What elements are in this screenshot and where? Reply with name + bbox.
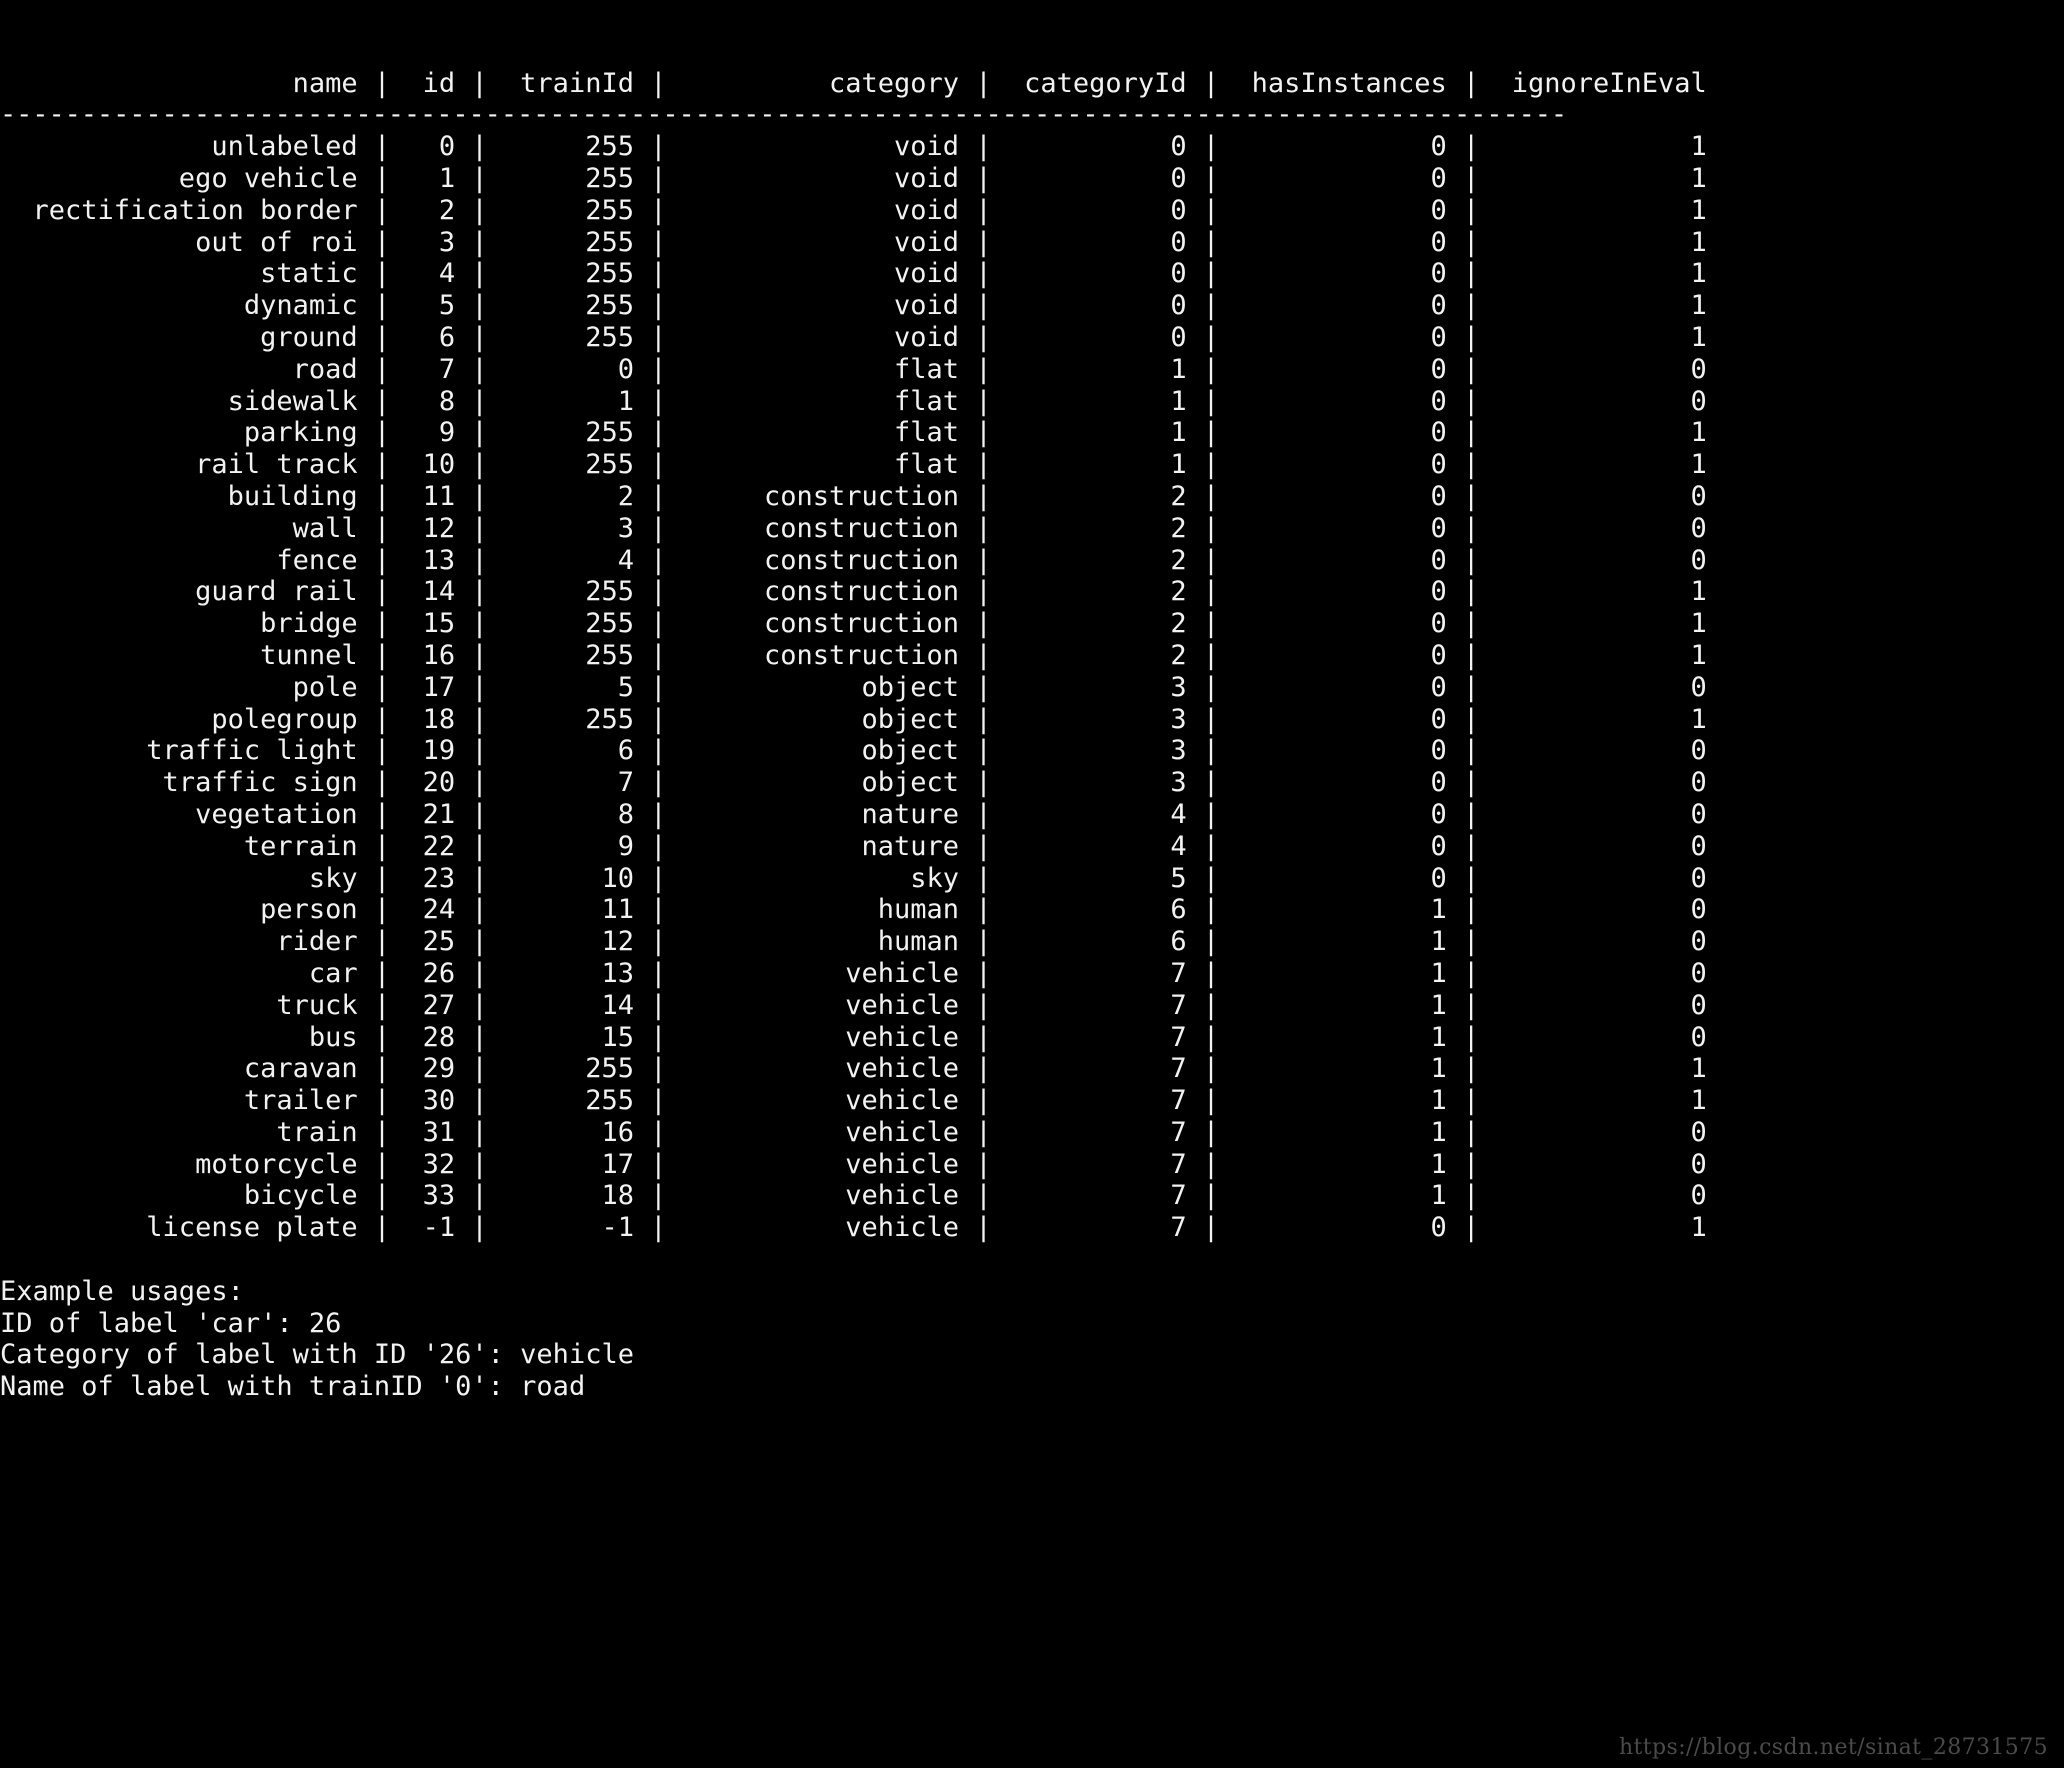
table-row: ego vehicle | 1 | 255 | void | 0 | 0 | 1 [0,162,1707,194]
table-row: rider | 25 | 12 | human | 6 | 1 | 0 [0,926,1707,958]
table-row: train | 31 | 16 | vehicle | 7 | 1 | 0 [0,1116,1707,1148]
terminal-output: name | id | trainId | category | categor… [0,0,2064,1768]
table-row: motorcycle | 32 | 17 | vehicle | 7 | 1 |… [0,1148,1707,1180]
table-row: parking | 9 | 255 | flat | 1 | 0 | 1 [0,417,1707,449]
table-row: tunnel | 16 | 255 | construction | 2 | 0… [0,639,1707,671]
table-row: truck | 27 | 14 | vehicle | 7 | 1 | 0 [0,989,1707,1021]
terminal-text-body: name | id | trainId | category | categor… [0,68,2064,1403]
example-usages-heading: Example usages: [0,1275,244,1307]
table-row: vegetation | 21 | 8 | nature | 4 | 0 | 0 [0,798,1707,830]
table-row: sky | 23 | 10 | sky | 5 | 0 | 0 [0,862,1707,894]
table-row: guard rail | 14 | 255 | construction | 2… [0,576,1707,608]
table-row: fence | 13 | 4 | construction | 2 | 0 | … [0,544,1707,576]
table-row: rectification border | 2 | 255 | void | … [0,194,1707,226]
table-row: unlabeled | 0 | 255 | void | 0 | 0 | 1 [0,131,1707,163]
table-row: bicycle | 33 | 18 | vehicle | 7 | 1 | 0 [0,1180,1707,1212]
example-usage-line: ID of label 'car': 26 [0,1307,342,1339]
table-row: pole | 17 | 5 | object | 3 | 0 | 0 [0,671,1707,703]
table-row: dynamic | 5 | 255 | void | 0 | 0 | 1 [0,290,1707,322]
table-row: wall | 12 | 3 | construction | 2 | 0 | 0 [0,512,1707,544]
table-row: static | 4 | 255 | void | 0 | 0 | 1 [0,258,1707,290]
table-separator: ----------------------------------------… [0,99,1568,131]
example-usage-line: Name of label with trainID '0': road [0,1371,586,1403]
watermark-url: https://blog.csdn.net/sinat_28731575 [1618,1735,2048,1760]
table-row: trailer | 30 | 255 | vehicle | 7 | 1 | 1 [0,1085,1707,1117]
table-row: building | 11 | 2 | construction | 2 | 0… [0,480,1707,512]
table-row: car | 26 | 13 | vehicle | 7 | 1 | 0 [0,957,1707,989]
table-row: ground | 6 | 255 | void | 0 | 0 | 1 [0,321,1707,353]
table-row: polegroup | 18 | 255 | object | 3 | 0 | … [0,703,1707,735]
table-row: traffic light | 19 | 6 | object | 3 | 0 … [0,735,1707,767]
table-row: terrain | 22 | 9 | nature | 4 | 0 | 0 [0,830,1707,862]
table-row: bridge | 15 | 255 | construction | 2 | 0… [0,608,1707,640]
table-row: rail track | 10 | 255 | flat | 1 | 0 | 1 [0,449,1707,481]
table-row: road | 7 | 0 | flat | 1 | 0 | 0 [0,353,1707,385]
table-row: bus | 28 | 15 | vehicle | 7 | 1 | 0 [0,1021,1707,1053]
table-row: traffic sign | 20 | 7 | object | 3 | 0 |… [0,767,1707,799]
example-usage-line: Category of label with ID '26': vehicle [0,1339,634,1371]
output-spacer [0,1244,2064,1276]
table-row: sidewalk | 8 | 1 | flat | 1 | 0 | 0 [0,385,1707,417]
table-row: person | 24 | 11 | human | 6 | 1 | 0 [0,894,1707,926]
table-row: out of roi | 3 | 255 | void | 0 | 0 | 1 [0,226,1707,258]
table-header-row: name | id | trainId | category | categor… [0,67,1707,99]
table-row: license plate | -1 | -1 | vehicle | 7 | … [0,1212,1707,1244]
table-row: caravan | 29 | 255 | vehicle | 7 | 1 | 1 [0,1053,1707,1085]
